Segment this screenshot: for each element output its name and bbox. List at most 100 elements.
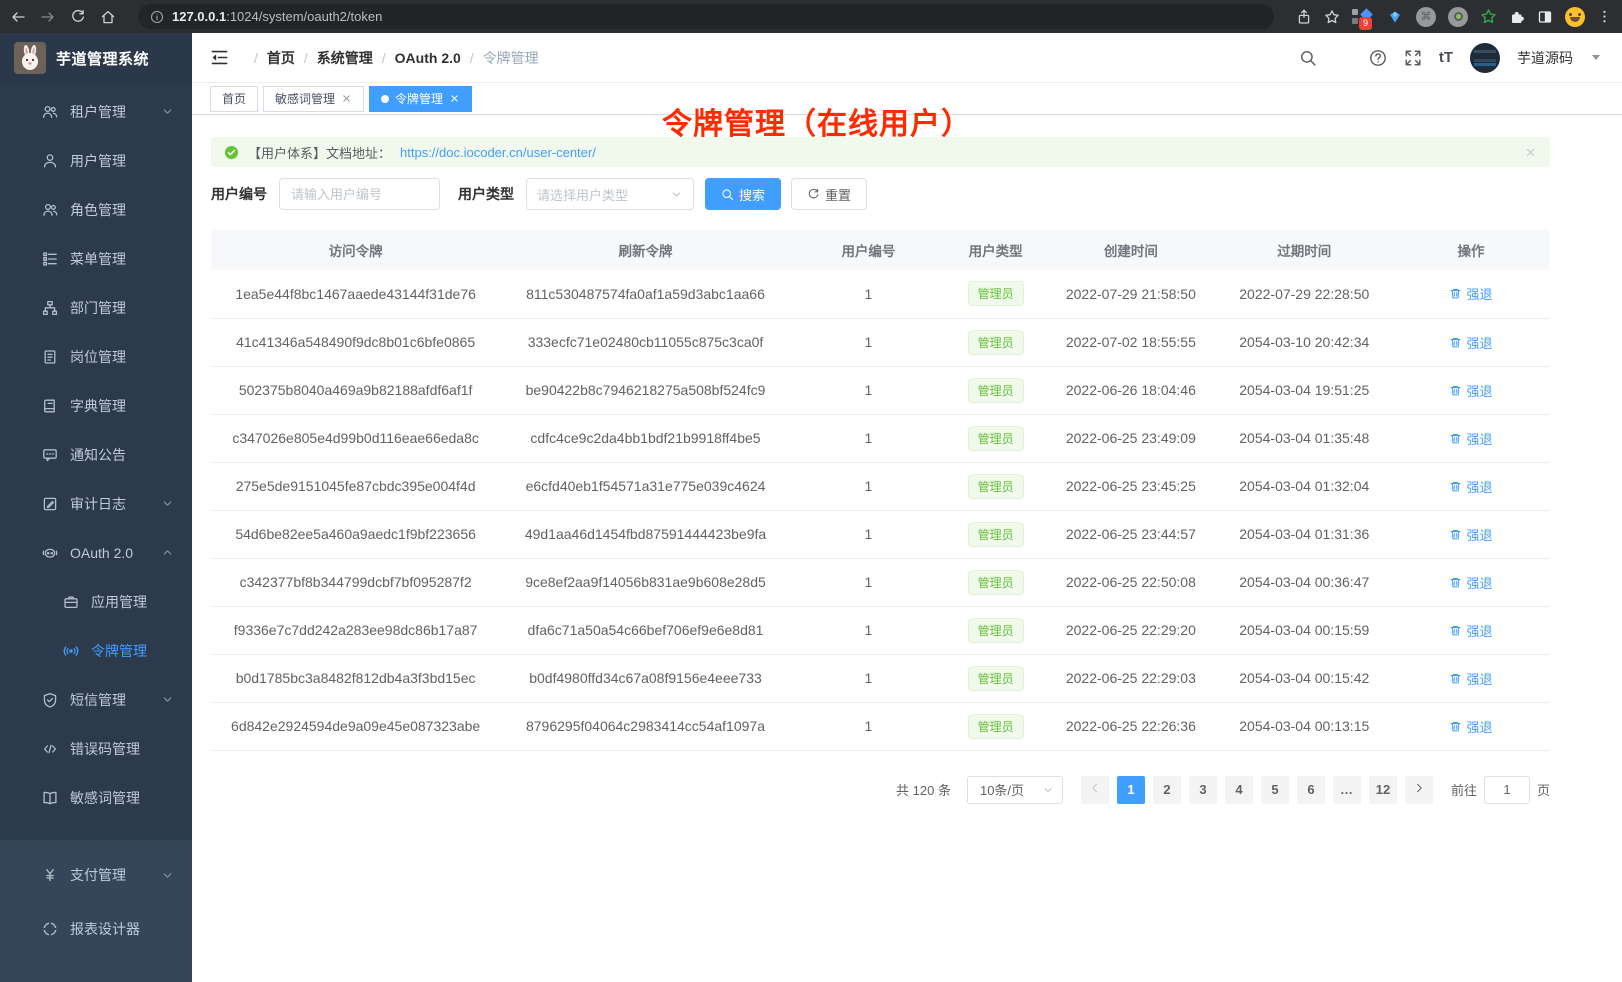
collapse-sidebar-icon[interactable]	[210, 48, 229, 67]
green-star-icon[interactable]	[1480, 8, 1497, 25]
page-tab[interactable]: 首页	[210, 86, 258, 112]
force-logout-button[interactable]: 强退	[1449, 477, 1492, 496]
page-button[interactable]: 12	[1369, 776, 1397, 804]
reset-button[interactable]: 重置	[791, 178, 867, 210]
breadcrumb-item[interactable]: OAuth 2.0	[373, 50, 461, 66]
breadcrumb-item[interactable]: 首页	[245, 48, 295, 68]
cell-access-token: 1ea5e44f8bc1467aaede43144f31de76	[211, 270, 500, 318]
record-circle-icon[interactable]	[1448, 7, 1468, 27]
forward-icon[interactable]	[40, 9, 56, 25]
sidebar-item[interactable]: 支付管理	[0, 848, 192, 902]
sidebar-item-icon	[42, 921, 58, 937]
sidebar-item[interactable]: 字典管理	[0, 381, 192, 430]
sidebar-item-icon	[42, 692, 58, 708]
breadcrumb-item[interactable]: 系统管理	[295, 48, 373, 68]
github-icon[interactable]	[1334, 49, 1352, 67]
page-button[interactable]: …	[1333, 776, 1361, 804]
search-button[interactable]: 搜索	[705, 178, 781, 210]
star-icon[interactable]	[1324, 9, 1340, 25]
search-icon[interactable]	[1299, 49, 1317, 67]
help-icon[interactable]	[1369, 49, 1387, 67]
share-icon[interactable]	[1296, 9, 1312, 25]
info-icon[interactable]	[150, 10, 164, 24]
force-logout-button[interactable]: 强退	[1449, 573, 1492, 592]
force-logout-button[interactable]: 强退	[1449, 717, 1492, 736]
page-tab[interactable]: 敏感词管理	[263, 86, 364, 112]
cell-user-id: 1	[791, 510, 946, 558]
sidebar-item[interactable]: 敏感词管理	[0, 773, 192, 822]
sidebar-item[interactable]: 租户管理	[0, 87, 192, 136]
sidebar-item-label: 错误码管理	[70, 739, 140, 759]
sidebar-item[interactable]: OAuth 2.0	[0, 528, 192, 577]
total-count: 共 120 条	[896, 780, 951, 799]
sidebar-item[interactable]: 用户管理	[0, 136, 192, 185]
app-logo-row[interactable]: 芋道管理系统	[0, 33, 192, 83]
home-icon[interactable]	[100, 9, 116, 25]
prev-page-button[interactable]	[1081, 776, 1109, 804]
trash-icon	[1449, 720, 1462, 733]
cell-created-time: 2022-06-25 23:44:57	[1045, 510, 1216, 558]
emoji-avatar-icon[interactable]	[1565, 7, 1585, 27]
address-bar[interactable]: 127.0.0.1:1024/system/oauth2/token	[138, 4, 1274, 29]
page-button[interactable]: 1	[1117, 776, 1145, 804]
page-button[interactable]: 5	[1261, 776, 1289, 804]
reload-icon[interactable]	[70, 9, 86, 25]
user-id-input[interactable]	[279, 178, 440, 210]
extension-badged-icon[interactable]: 9	[1352, 7, 1374, 27]
sidebar-item[interactable]: 短信管理	[0, 675, 192, 724]
reading-list-icon[interactable]	[1537, 9, 1553, 25]
force-logout-button[interactable]: 强退	[1449, 333, 1492, 352]
doc-link[interactable]: https://doc.iocoder.cn/user-center/	[400, 145, 596, 160]
cell-expire-time: 2054-03-04 19:51:25	[1217, 366, 1392, 414]
table-row: f9336e7c7dd242a283ee98dc86b17a87 dfa6c71…	[211, 606, 1550, 654]
sidebar-item[interactable]: 通知公告	[0, 430, 192, 479]
command-circle-icon[interactable]: ⌘	[1416, 7, 1436, 27]
page-tab[interactable]: 令牌管理	[369, 86, 472, 112]
puzzle-icon[interactable]	[1509, 9, 1525, 25]
sidebar-item[interactable]: 令牌管理	[0, 626, 192, 675]
sidebar-item[interactable]: 应用管理	[0, 577, 192, 626]
menu-dots-icon[interactable]	[1597, 9, 1612, 24]
next-page-button[interactable]	[1405, 776, 1433, 804]
sidebar-item[interactable]: 错误码管理	[0, 724, 192, 773]
force-logout-button[interactable]: 强退	[1449, 429, 1492, 448]
page-button[interactable]: 6	[1297, 776, 1325, 804]
force-logout-button[interactable]: 强退	[1449, 621, 1492, 640]
font-size-icon[interactable]: tT	[1439, 49, 1453, 66]
cell-actions: 强退	[1392, 462, 1550, 510]
sidebar-item[interactable]: 报表设计器	[0, 902, 192, 956]
back-icon[interactable]	[10, 9, 26, 25]
url-path: :1024/system/oauth2/token	[226, 9, 382, 24]
cell-expire-time: 2054-03-04 01:32:04	[1217, 462, 1392, 510]
close-icon[interactable]	[449, 93, 460, 104]
gem-icon[interactable]	[1386, 8, 1404, 26]
user-avatar[interactable]	[1470, 43, 1500, 73]
fullscreen-icon[interactable]	[1404, 49, 1422, 67]
force-logout-button[interactable]: 强退	[1449, 525, 1492, 544]
browser-toolbar: 127.0.0.1:1024/system/oauth2/token 9 ⌘	[0, 0, 1622, 33]
goto-page-input[interactable]	[1484, 776, 1530, 804]
page-size-select[interactable]: 10条/页	[967, 776, 1063, 804]
page-button[interactable]: 4	[1225, 776, 1253, 804]
table-row: 41c41346a548490f9dc8b01c6bfe0865 333ecfc…	[211, 318, 1550, 366]
force-logout-button[interactable]: 强退	[1449, 381, 1492, 400]
trash-icon	[1449, 384, 1462, 397]
user-type-select[interactable]: 请选择用户类型	[526, 178, 694, 210]
sidebar-item[interactable]: 角色管理	[0, 185, 192, 234]
page-button[interactable]: 2	[1153, 776, 1181, 804]
user-name[interactable]: 芋道源码	[1517, 48, 1573, 68]
alert-close-icon[interactable]	[1524, 146, 1537, 159]
cell-user-id: 1	[791, 558, 946, 606]
trash-icon	[1449, 576, 1462, 589]
breadcrumb-item[interactable]: 令牌管理	[461, 48, 539, 68]
close-icon[interactable]	[341, 93, 352, 104]
page-button[interactable]: 3	[1189, 776, 1217, 804]
sidebar-item[interactable]: 审计日志	[0, 479, 192, 528]
force-logout-button[interactable]: 强退	[1449, 284, 1492, 303]
user-type-badge: 管理员	[968, 522, 1024, 547]
sidebar-item[interactable]: 部门管理	[0, 283, 192, 332]
chevron-down-icon[interactable]	[1592, 55, 1600, 60]
sidebar-item[interactable]: 菜单管理	[0, 234, 192, 283]
sidebar-item[interactable]: 岗位管理	[0, 332, 192, 381]
force-logout-button[interactable]: 强退	[1449, 669, 1492, 688]
